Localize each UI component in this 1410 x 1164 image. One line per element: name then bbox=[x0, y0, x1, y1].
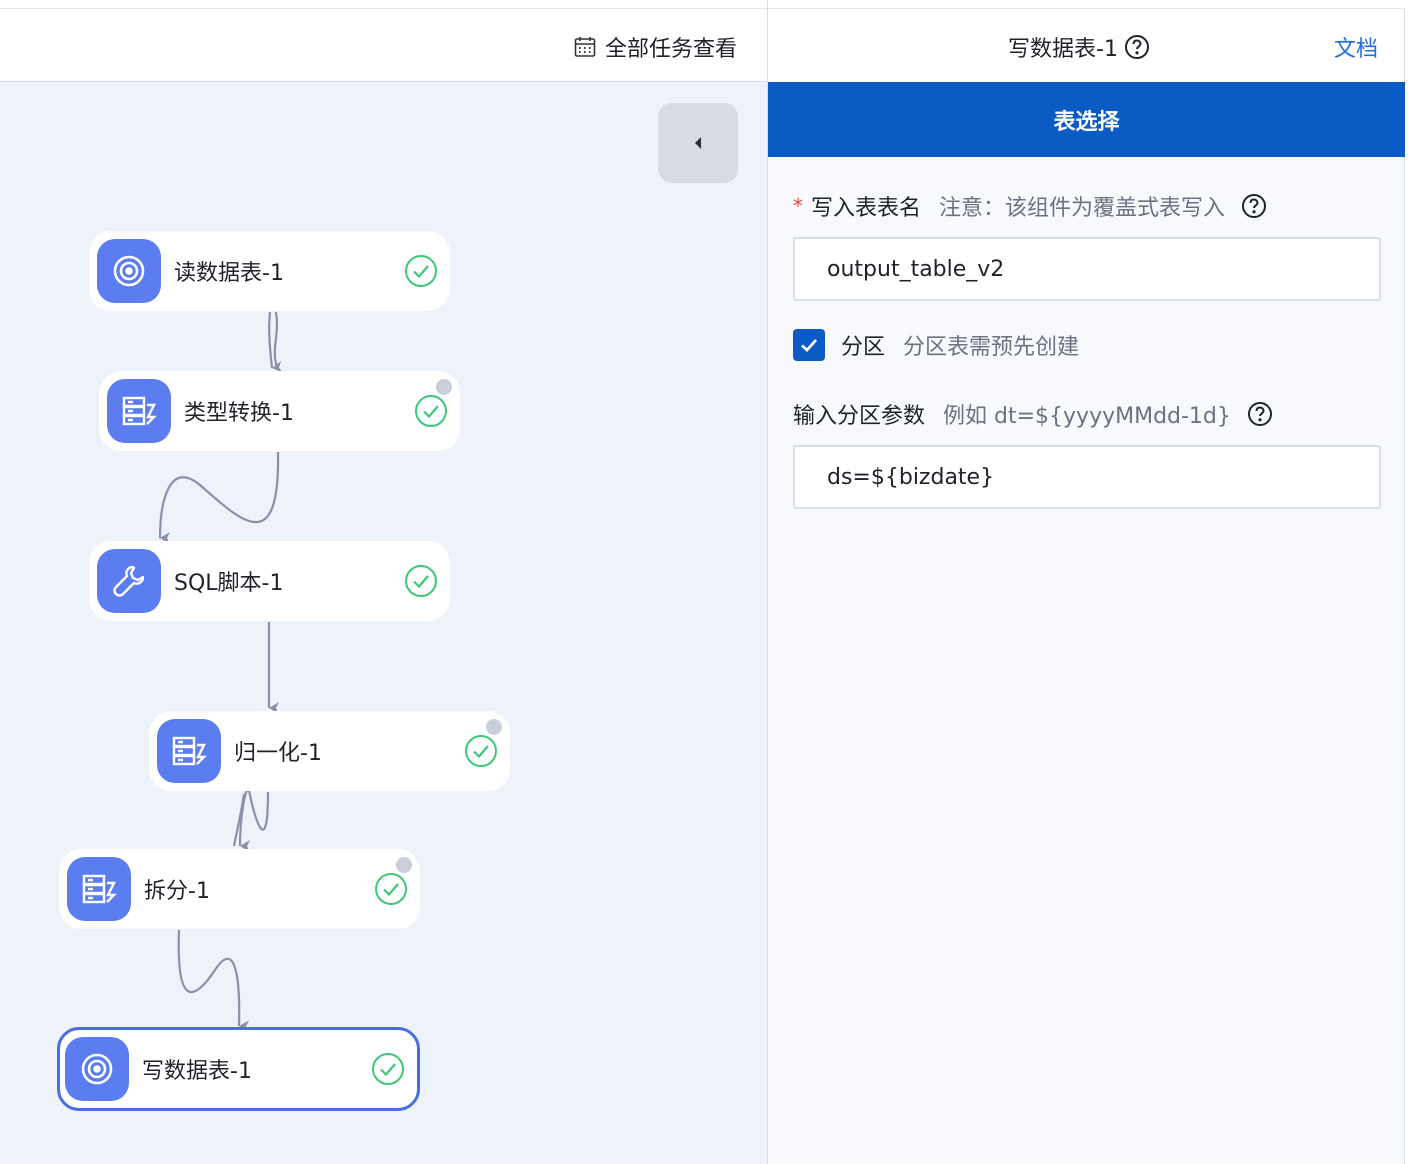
node-type-cast[interactable]: 类型转换-1 bbox=[99, 371, 460, 451]
checkmark-icon bbox=[801, 339, 818, 352]
help-icon[interactable] bbox=[1124, 34, 1150, 60]
panel-title-text: 写数据表-1 bbox=[1008, 37, 1118, 62]
table-transform-icon bbox=[107, 379, 171, 443]
node-label: 类型转换-1 bbox=[184, 401, 294, 426]
property-panel: 写数据表-1 文档 表选择 * 写入表表名 注意：该组件为覆盖式表写入 outp… bbox=[767, 0, 1410, 1164]
collapse-panel-button[interactable] bbox=[658, 103, 738, 183]
help-icon[interactable] bbox=[1241, 193, 1267, 219]
edge-cast-sql bbox=[158, 451, 280, 545]
caret-left-icon bbox=[692, 135, 704, 151]
target-icon bbox=[97, 239, 161, 303]
node-label: 拆分-1 bbox=[144, 879, 210, 904]
success-check-icon bbox=[405, 565, 437, 597]
table-name-input[interactable]: output_table_v2 bbox=[793, 237, 1381, 301]
calendar-icon bbox=[573, 35, 597, 59]
node-sql-script[interactable]: SQL脚本-1 bbox=[89, 541, 450, 621]
success-check-icon bbox=[415, 395, 447, 427]
all-tasks-label: 全部任务查看 bbox=[604, 37, 737, 62]
node-label: SQL脚本-1 bbox=[174, 571, 284, 596]
node-label: 读数据表-1 bbox=[174, 261, 284, 286]
node-normalize[interactable]: 归一化-1 bbox=[149, 711, 510, 791]
table-transform-icon bbox=[157, 719, 221, 783]
success-check-icon bbox=[375, 873, 407, 905]
table-name-label: 写入表表名 bbox=[811, 196, 922, 221]
output-port[interactable] bbox=[396, 857, 412, 873]
success-check-icon bbox=[465, 735, 497, 767]
partition-row: 分区 分区表需预先创建 bbox=[793, 329, 1079, 361]
panel-title: 写数据表-1 bbox=[1008, 31, 1150, 63]
workflow-area: 全部任务查看 读数据表-1 类型转换-1 SQL脚本-1 归一化-1 拆分-1 … bbox=[0, 0, 767, 1164]
success-check-icon bbox=[405, 255, 437, 287]
canvas-toolbar: 全部任务查看 bbox=[0, 8, 767, 82]
partition-param-input[interactable]: ds=${bizdate} bbox=[793, 445, 1381, 509]
output-port[interactable] bbox=[486, 719, 502, 735]
partition-param-hint: 例如 dt=${yyyyMMdd-1d} bbox=[943, 404, 1231, 429]
success-check-icon bbox=[372, 1053, 404, 1085]
partition-label: 分区 bbox=[841, 335, 886, 360]
tab-table-select[interactable]: 表选择 bbox=[768, 82, 1405, 157]
target-icon bbox=[65, 1037, 129, 1101]
output-port[interactable] bbox=[436, 379, 452, 395]
required-asterisk: * bbox=[793, 194, 803, 218]
node-label: 写数据表-1 bbox=[142, 1059, 252, 1084]
edge-read-cast bbox=[268, 311, 283, 373]
node-read-table[interactable]: 读数据表-1 bbox=[89, 231, 450, 311]
partition-param-label-row: 输入分区参数 例如 dt=${yyyyMMdd-1d} bbox=[793, 398, 1273, 430]
all-tasks-button[interactable]: 全部任务查看 bbox=[573, 31, 737, 63]
partition-checkbox[interactable] bbox=[793, 329, 825, 361]
docs-link[interactable]: 文档 bbox=[1334, 31, 1378, 63]
table-name-label-row: * 写入表表名 注意：该组件为覆盖式表写入 bbox=[793, 190, 1267, 222]
tab-label: 表选择 bbox=[1053, 109, 1120, 135]
panel-header: 写数据表-1 文档 bbox=[768, 8, 1405, 82]
partition-hint: 分区表需预先创建 bbox=[903, 335, 1080, 360]
config-form: * 写入表表名 注意：该组件为覆盖式表写入 output_table_v2 分区… bbox=[768, 157, 1405, 1164]
node-label: 归一化-1 bbox=[234, 741, 322, 766]
help-icon[interactable] bbox=[1247, 401, 1273, 427]
table-name-hint: 注意：该组件为覆盖式表写入 bbox=[939, 196, 1226, 221]
node-write-table[interactable]: 写数据表-1 bbox=[57, 1027, 420, 1111]
partition-param-label: 输入分区参数 bbox=[793, 404, 926, 429]
table-transform-icon bbox=[67, 857, 131, 921]
edge-split-write bbox=[177, 929, 250, 1033]
wrench-icon bbox=[97, 549, 161, 613]
node-split[interactable]: 拆分-1 bbox=[59, 849, 420, 929]
